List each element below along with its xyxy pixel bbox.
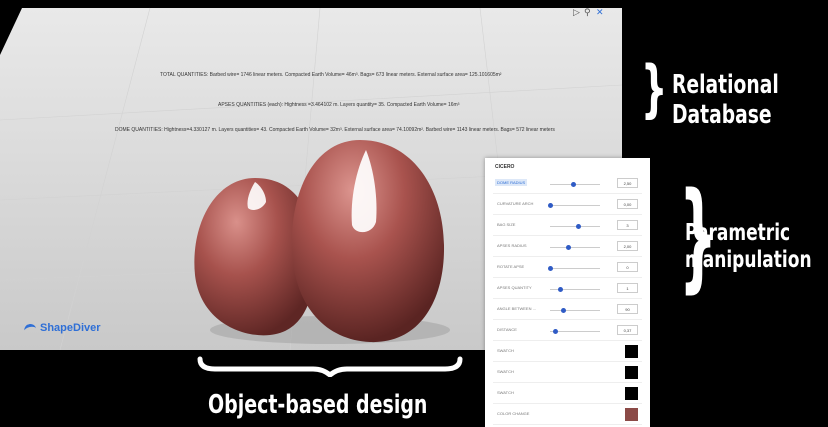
param-label: ROTATE APSE: [497, 264, 525, 269]
color-swatch[interactable]: [625, 387, 638, 400]
param-row[interactable]: DISTANCE 0,37: [485, 321, 650, 341]
expand-icon[interactable]: ✕: [596, 8, 604, 18]
swatch-row[interactable]: SWATCH: [485, 384, 650, 404]
param-value-input[interactable]: 0,37: [617, 325, 638, 335]
param-value-input[interactable]: 90: [617, 304, 638, 314]
row-divider: [493, 214, 642, 215]
object-caption: Object-based design: [208, 390, 428, 420]
swatch-row[interactable]: SWATCH: [485, 363, 650, 383]
swatch-label: SWATCH: [497, 369, 514, 374]
param-label: ANGLE BETWEEN ...: [497, 306, 536, 311]
logo-text: ShapeDiver: [40, 322, 101, 334]
param-row[interactable]: CURVATURE ARCH 0,00: [485, 195, 650, 215]
relational-brace: }: [640, 52, 668, 125]
row-divider: [493, 235, 642, 236]
total-quantities-text: TOTAL QUANTITIES: Barbed wire= 1746 line…: [160, 72, 502, 78]
row-divider: [493, 298, 642, 299]
caption-line: Relational: [672, 70, 779, 100]
param-label: CURVATURE ARCH: [497, 201, 534, 206]
param-slider[interactable]: [548, 203, 600, 208]
param-row[interactable]: APSES RADIUS 2,00: [485, 237, 650, 257]
param-row[interactable]: DOME RADIUS 2,50: [485, 174, 650, 194]
dome-quantities-text: DOME QUANTITIES: Hightness=4.330127 m. L…: [115, 127, 555, 133]
param-row[interactable]: ROTATE APSE 0: [485, 258, 650, 278]
color-swatch[interactable]: [625, 366, 638, 379]
param-label: BAG SIZE: [497, 222, 516, 227]
param-row[interactable]: ANGLE BETWEEN ... 90: [485, 300, 650, 320]
row-divider: [493, 403, 642, 404]
param-label: DOME RADIUS: [495, 179, 528, 186]
slider-knob[interactable]: [553, 329, 558, 334]
swatch-label: SWATCH: [497, 390, 514, 395]
play-icon[interactable]: ▷: [573, 8, 580, 18]
color-swatch[interactable]: [625, 408, 638, 421]
param-value-input[interactable]: 2,00: [617, 241, 638, 251]
row-divider: [493, 340, 642, 341]
param-slider[interactable]: [550, 182, 600, 187]
param-slider[interactable]: [550, 287, 600, 292]
caption-line: manipulation: [685, 247, 812, 273]
param-slider[interactable]: [550, 224, 600, 229]
param-label: APSES RADIUS: [497, 243, 527, 248]
parametric-caption: Parametric manipulation: [685, 220, 812, 274]
viewer-scene[interactable]: ▷ ⚲ ✕ TOTAL QUANTITIES: Barbed wire= 174…: [0, 0, 828, 427]
param-row[interactable]: APSES QUANTITY 1: [485, 279, 650, 299]
row-divider: [493, 382, 642, 383]
row-divider: [493, 424, 642, 425]
param-value-input[interactable]: 0,00: [617, 199, 638, 209]
parameter-panel: CICERO DOME RADIUS 2,50 CURVATURE ARCH 0,00…: [485, 158, 650, 427]
param-value-input[interactable]: 3: [617, 220, 638, 230]
slider-knob[interactable]: [570, 182, 576, 187]
param-value-input[interactable]: 2,50: [617, 178, 638, 188]
param-slider[interactable]: [550, 308, 600, 313]
apses-quantities-text: APSES QUANTITIES (each): Hightness =3.46…: [218, 102, 460, 108]
row-divider: [493, 319, 642, 320]
swatch-label: COLOR CHANGE: [497, 411, 530, 416]
slider-knob[interactable]: [548, 266, 553, 271]
param-slider[interactable]: [550, 245, 600, 250]
shapediver-logo-icon: [23, 322, 37, 334]
object-brace-icon: [197, 356, 463, 377]
param-row[interactable]: BAG SIZE 3: [485, 216, 650, 236]
slider-knob[interactable]: [548, 203, 553, 208]
row-divider: [493, 193, 642, 194]
param-label: APSES QUANTITY: [497, 285, 532, 290]
caption-line: Database: [672, 100, 772, 130]
param-slider[interactable]: [548, 266, 600, 271]
swatch-row[interactable]: COLOR CHANGE: [485, 405, 650, 425]
swatch-row[interactable]: SWATCH: [485, 342, 650, 362]
row-divider: [493, 277, 642, 278]
slider-knob[interactable]: [565, 245, 571, 250]
slider-knob[interactable]: [558, 287, 563, 292]
param-value-input[interactable]: 1: [617, 283, 638, 293]
param-slider[interactable]: [550, 329, 600, 334]
caption-line: Parametric: [685, 220, 791, 246]
param-label: DISTANCE: [497, 327, 517, 332]
panel-title: CICERO: [495, 164, 515, 170]
shapediver-logo: ShapeDiver: [23, 322, 101, 334]
param-value-input[interactable]: 0: [617, 262, 638, 272]
row-divider: [493, 256, 642, 257]
color-swatch[interactable]: [625, 345, 638, 358]
row-divider: [493, 361, 642, 362]
slider-knob[interactable]: [575, 224, 581, 229]
slider-knob[interactable]: [560, 308, 566, 313]
relational-caption: Relational Database: [672, 70, 779, 130]
swatch-label: SWATCH: [497, 348, 514, 353]
search-icon[interactable]: ⚲: [584, 8, 591, 18]
